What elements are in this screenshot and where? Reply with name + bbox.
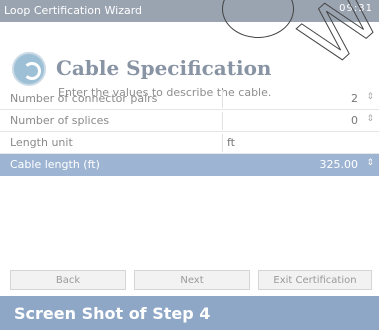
connector-pairs-row: Number of connector pairs 2 ⇕ xyxy=(0,88,379,110)
length-unit-select[interactable]: ft xyxy=(222,134,378,152)
caption-text: Screen Shot of Step 4 xyxy=(14,304,211,323)
spinner-arrows-icon[interactable]: ⇕ xyxy=(366,158,374,168)
cable-length-label: Cable length (ft) xyxy=(10,158,100,171)
length-unit-label: Length unit xyxy=(10,136,73,149)
length-unit-value: ft xyxy=(227,136,235,149)
splices-label: Number of splices xyxy=(10,114,110,127)
page-title: Cable Specification xyxy=(56,56,272,80)
splices-value: 0 xyxy=(351,114,358,127)
back-button[interactable]: Back xyxy=(10,270,126,290)
length-unit-row: Length unit ft xyxy=(0,132,379,154)
next-button[interactable]: Next xyxy=(134,270,250,290)
spinner-arrows-icon[interactable]: ⇕ xyxy=(366,92,374,102)
window-title: Loop Certification Wizard xyxy=(4,4,143,17)
connector-pairs-label: Number of connector pairs xyxy=(10,92,158,105)
connector-pairs-value: 2 xyxy=(351,92,358,105)
cable-length-value: 325.00 xyxy=(319,158,359,171)
connector-pairs-stepper[interactable]: 2 ⇕ xyxy=(222,90,378,108)
wizard-buttons: Back Next Exit Certification xyxy=(10,270,375,292)
cable-icon xyxy=(12,52,46,86)
exit-certification-button[interactable]: Exit Certification xyxy=(258,270,372,290)
splices-stepper[interactable]: 0 ⇕ xyxy=(222,112,378,130)
splices-row: Number of splices 0 ⇕ xyxy=(0,110,379,132)
caption-bar: Screen Shot of Step 4 xyxy=(0,296,379,330)
spinner-arrows-icon[interactable]: ⇕ xyxy=(366,114,374,124)
cable-length-stepper[interactable]: 325.00 ⇕ xyxy=(222,156,378,174)
cable-length-row: Cable length (ft) 325.00 ⇕ xyxy=(0,154,379,176)
